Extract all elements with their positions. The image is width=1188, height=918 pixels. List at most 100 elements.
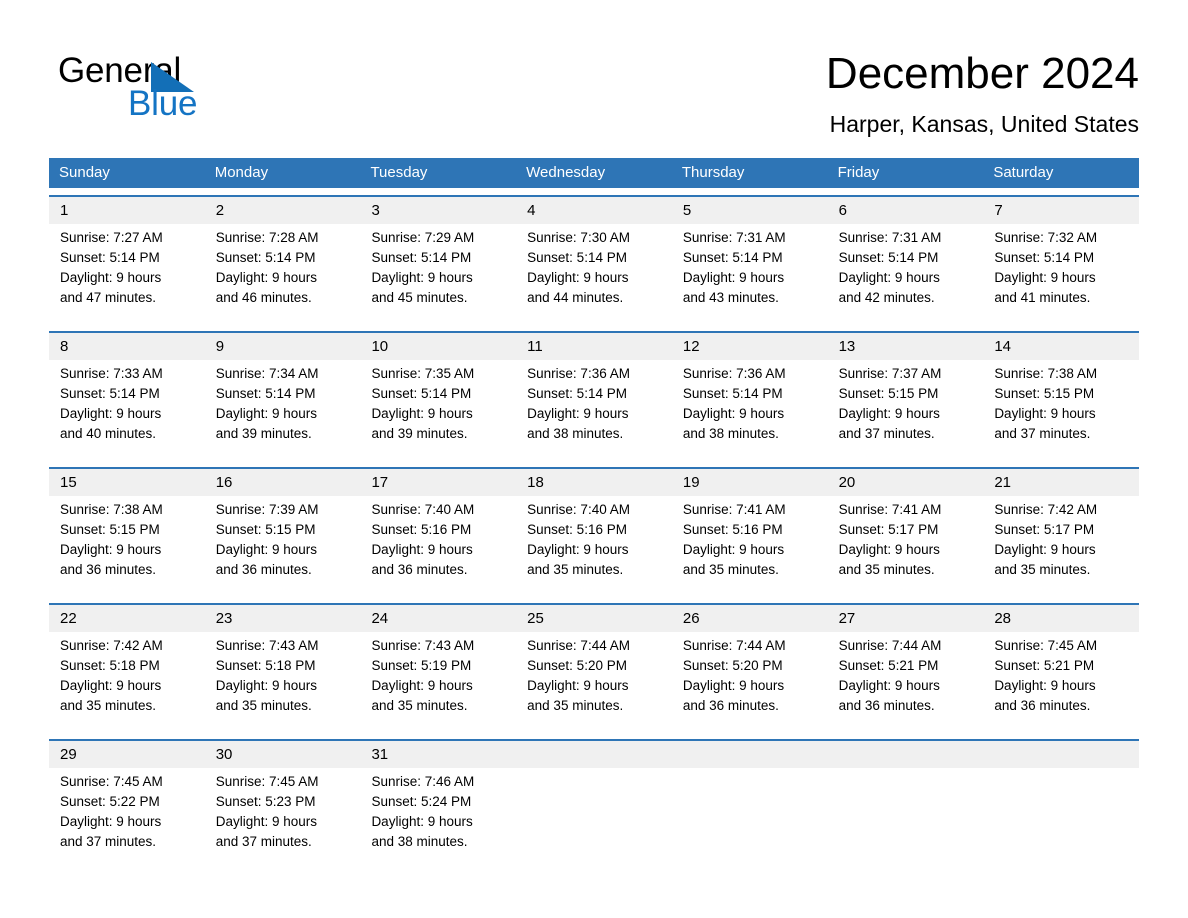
sunset-text: Sunset: 5:14 PM (838, 250, 939, 265)
daylight-text-line2: and 42 minutes. (838, 290, 935, 305)
day-cell: Sunrise: 7:31 AM Sunset: 5:14 PM Dayligh… (672, 224, 828, 324)
day-cell: Sunrise: 7:43 AM Sunset: 5:19 PM Dayligh… (360, 632, 516, 732)
sunrise-text: Sunrise: 7:33 AM (60, 366, 163, 381)
calendar-page: General Blue December 2024 Harper, Kansa… (0, 0, 1188, 918)
sunset-text: Sunset: 5:15 PM (215, 522, 316, 537)
day-cell: Sunrise: 7:45 AM Sunset: 5:23 PM Dayligh… (205, 768, 361, 868)
sunrise-text: Sunrise: 7:45 AM (994, 638, 1098, 653)
day-cell: Sunrise: 7:44 AM Sunset: 5:20 PM Dayligh… (672, 632, 828, 732)
day-cell: Sunrise: 7:44 AM Sunset: 5:21 PM Dayligh… (828, 632, 984, 732)
day-number: 25 (527, 610, 544, 627)
sunset-text: Sunset: 5:20 PM (527, 658, 627, 673)
day-cell: Sunrise: 7:30 AM Sunset: 5:14 PM Dayligh… (516, 224, 672, 324)
weekday-header-thursday: Thursday (681, 164, 745, 181)
day-cell: Sunrise: 7:43 AM Sunset: 5:18 PM Dayligh… (205, 632, 361, 732)
sunset-text: Sunset: 5:16 PM (371, 522, 472, 537)
day-detail-row: Sunrise: 7:42 AM Sunset: 5:18 PM Dayligh… (49, 632, 1139, 732)
page-header: General Blue December 2024 Harper, Kansa… (0, 0, 1188, 152)
calendar-week-row: 15 16 17 18 19 20 21 Sunrise: 7:38 AM Su… (49, 467, 1139, 596)
daylight-text-line1: Daylight: 9 hours (371, 542, 473, 557)
day-cell: Sunrise: 7:40 AM Sunset: 5:16 PM Dayligh… (516, 496, 672, 596)
daylight-text-line2: and 35 minutes. (838, 562, 935, 577)
day-number: 28 (994, 610, 1011, 627)
daylight-text-line1: Daylight: 9 hours (838, 270, 940, 285)
sunrise-text: Sunrise: 7:30 AM (527, 230, 630, 245)
day-cell: Sunrise: 7:37 AM Sunset: 5:15 PM Dayligh… (828, 360, 984, 460)
daylight-text-line2: and 35 minutes. (527, 698, 624, 713)
day-detail-row: Sunrise: 7:38 AM Sunset: 5:15 PM Dayligh… (49, 496, 1139, 596)
sunset-text: Sunset: 5:15 PM (60, 522, 160, 537)
daylight-text-line2: and 37 minutes. (60, 834, 157, 849)
day-cell: Sunrise: 7:46 AM Sunset: 5:24 PM Dayligh… (360, 768, 516, 868)
sunset-text: Sunset: 5:20 PM (682, 658, 783, 673)
daylight-text-line1: Daylight: 9 hours (527, 542, 629, 557)
sunrise-text: Sunrise: 7:42 AM (994, 502, 1098, 517)
day-cell: Sunrise: 7:36 AM Sunset: 5:14 PM Dayligh… (516, 360, 672, 460)
daylight-text-line1: Daylight: 9 hours (838, 542, 940, 557)
day-cell: Sunrise: 7:33 AM Sunset: 5:14 PM Dayligh… (49, 360, 205, 460)
day-cell: Sunrise: 7:29 AM Sunset: 5:14 PM Dayligh… (360, 224, 516, 324)
day-number: 13 (838, 338, 856, 355)
daylight-text-line1: Daylight: 9 hours (994, 406, 1096, 421)
day-cell: Sunrise: 7:42 AM Sunset: 5:17 PM Dayligh… (983, 496, 1139, 596)
day-detail-row: Sunrise: 7:27 AM Sunset: 5:14 PM Dayligh… (49, 224, 1139, 324)
daylight-text-line1: Daylight: 9 hours (682, 270, 785, 285)
daylight-text-line2: and 35 minutes. (994, 562, 1091, 577)
daylight-text-line2: and 38 minutes. (682, 426, 779, 441)
daylight-text-line1: Daylight: 9 hours (682, 406, 785, 421)
daylight-text-line1: Daylight: 9 hours (215, 542, 318, 557)
daylight-text-line1: Daylight: 9 hours (371, 270, 473, 285)
daylight-text-line2: and 47 minutes. (60, 290, 157, 305)
daylight-text-line2: and 36 minutes. (60, 562, 157, 577)
day-cell: Sunrise: 7:42 AM Sunset: 5:18 PM Dayligh… (49, 632, 205, 732)
day-number: 22 (60, 610, 77, 627)
daylight-text-line2: and 43 minutes. (682, 290, 779, 305)
logo-text-blue: Blue (128, 84, 198, 123)
daylight-text-line1: Daylight: 9 hours (215, 814, 318, 829)
sunrise-text: Sunrise: 7:36 AM (682, 366, 786, 381)
daylight-text-line2: and 36 minutes. (215, 562, 312, 577)
daylight-text-line2: and 35 minutes. (60, 698, 157, 713)
daylight-text-line1: Daylight: 9 hours (60, 814, 162, 829)
daylight-text-line2: and 35 minutes. (682, 562, 779, 577)
daylight-text-line2: and 36 minutes. (994, 698, 1091, 713)
sunset-text: Sunset: 5:19 PM (371, 658, 472, 673)
daylight-text-line2: and 39 minutes. (371, 426, 468, 441)
day-number: 15 (60, 474, 77, 491)
daylight-text-line1: Daylight: 9 hours (371, 814, 473, 829)
sunrise-text: Sunrise: 7:42 AM (60, 638, 163, 653)
day-cell: Sunrise: 7:31 AM Sunset: 5:14 PM Dayligh… (828, 224, 984, 324)
daylight-text-line2: and 45 minutes. (371, 290, 468, 305)
day-number-empty (828, 741, 984, 768)
sunset-text: Sunset: 5:17 PM (838, 522, 939, 537)
daylight-text-line2: and 39 minutes. (215, 426, 312, 441)
day-number: 5 (682, 202, 692, 219)
daylight-text-line2: and 44 minutes. (527, 290, 624, 305)
day-number: 10 (371, 338, 389, 355)
day-number-band: 22 23 24 25 26 27 28 (49, 605, 1139, 632)
daylight-text-line1: Daylight: 9 hours (682, 542, 785, 557)
daylight-text-line2: and 46 minutes. (215, 290, 312, 305)
weekday-header-row: Sunday Monday Tuesday Wednesday Thursday… (49, 158, 1139, 188)
daylight-text-line1: Daylight: 9 hours (60, 270, 162, 285)
day-cell: Sunrise: 7:39 AM Sunset: 5:15 PM Dayligh… (205, 496, 361, 596)
sunrise-text: Sunrise: 7:41 AM (682, 502, 786, 517)
day-cell: Sunrise: 7:41 AM Sunset: 5:16 PM Dayligh… (672, 496, 828, 596)
sunset-text: Sunset: 5:14 PM (215, 386, 316, 401)
sunrise-text: Sunrise: 7:38 AM (994, 366, 1098, 381)
daylight-text-line1: Daylight: 9 hours (838, 406, 940, 421)
day-cell: Sunrise: 7:38 AM Sunset: 5:15 PM Dayligh… (983, 360, 1139, 460)
day-cell: Sunrise: 7:45 AM Sunset: 5:21 PM Dayligh… (983, 632, 1139, 732)
sunset-text: Sunset: 5:21 PM (838, 658, 939, 673)
sunrise-text: Sunrise: 7:44 AM (682, 638, 786, 653)
day-number: 21 (994, 474, 1011, 491)
sunset-text: Sunset: 5:16 PM (682, 522, 783, 537)
daylight-text-line1: Daylight: 9 hours (682, 678, 785, 693)
sunrise-text: Sunrise: 7:38 AM (60, 502, 163, 517)
day-detail-row: Sunrise: 7:45 AM Sunset: 5:22 PM Dayligh… (49, 768, 1139, 868)
sunrise-text: Sunrise: 7:32 AM (994, 230, 1098, 245)
sunrise-text: Sunrise: 7:31 AM (838, 230, 942, 245)
page-title: December 2024 (825, 49, 1139, 98)
sunset-text: Sunset: 5:15 PM (994, 386, 1095, 401)
sunrise-text: Sunrise: 7:29 AM (371, 230, 475, 245)
